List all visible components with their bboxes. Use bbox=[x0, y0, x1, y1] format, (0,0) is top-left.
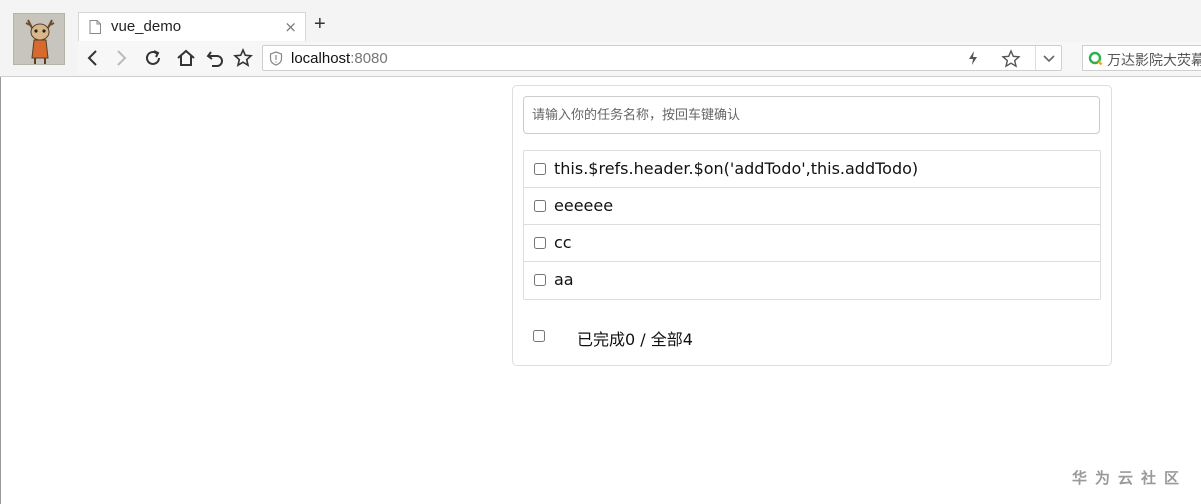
home-icon[interactable] bbox=[175, 47, 197, 69]
url-port: :8080 bbox=[350, 50, 388, 67]
tab-title: vue_demo bbox=[111, 18, 182, 35]
favorite-star-icon[interactable] bbox=[1001, 49, 1021, 69]
todo-item-title: eeeeee bbox=[554, 196, 614, 215]
deer-avatar-icon bbox=[14, 14, 64, 64]
lightning-icon[interactable] bbox=[967, 50, 979, 66]
url-text: localhost:8080 bbox=[291, 50, 388, 67]
select-all-checkbox[interactable] bbox=[533, 330, 545, 342]
todo-container: this.$refs.header.$on('addTodo',this.add… bbox=[512, 85, 1112, 366]
tab-close-icon[interactable]: × bbox=[284, 18, 297, 36]
bookmark-star-icon[interactable] bbox=[232, 47, 254, 69]
watermark: 华为云社区 bbox=[1071, 469, 1187, 487]
url-host: localhost bbox=[291, 50, 351, 67]
tab-vue-demo[interactable]: vue_demo × bbox=[78, 12, 306, 41]
todo-item-title: this.$refs.header.$on('addTodo',this.add… bbox=[554, 159, 919, 178]
back-icon[interactable] bbox=[82, 47, 104, 69]
todo-item: this.$refs.header.$on('addTodo',this.add… bbox=[524, 151, 1100, 188]
document-icon bbox=[89, 20, 101, 34]
completion-summary: 已完成0 / 全部4 bbox=[577, 330, 693, 349]
search-box[interactable]: 万达影院大荧幕 bbox=[1082, 45, 1201, 71]
shield-icon[interactable] bbox=[269, 51, 283, 66]
todo-item-checkbox[interactable] bbox=[534, 237, 546, 249]
address-bar[interactable]: localhost:8080 bbox=[262, 45, 1062, 71]
todo-list: this.$refs.header.$on('addTodo',this.add… bbox=[523, 150, 1101, 300]
chevron-down-icon bbox=[1043, 55, 1055, 63]
todo-item-checkbox[interactable] bbox=[534, 274, 546, 286]
reload-icon[interactable] bbox=[142, 47, 164, 69]
todo-item-checkbox[interactable] bbox=[534, 200, 546, 212]
todo-item-title: aa bbox=[554, 270, 574, 289]
browser-chrome: vue_demo × + localhost:8080 万达影院大荧幕 bbox=[0, 0, 1201, 77]
search-engine-icon bbox=[1088, 51, 1103, 66]
todo-item: eeeeee bbox=[524, 188, 1100, 225]
search-suggestion: 万达影院大荧幕 bbox=[1107, 53, 1201, 69]
new-tab-button[interactable]: + bbox=[314, 13, 326, 36]
navigation-bar: localhost:8080 万达影院大荧幕 bbox=[78, 42, 1201, 74]
todo-item-title: cc bbox=[554, 233, 572, 252]
todo-footer: 已完成0 / 全部4 bbox=[523, 316, 1101, 350]
todo-item-checkbox[interactable] bbox=[534, 163, 546, 175]
user-avatar[interactable] bbox=[13, 13, 65, 65]
todo-item: cc bbox=[524, 225, 1100, 262]
todo-input[interactable] bbox=[523, 96, 1100, 134]
undo-icon[interactable] bbox=[204, 47, 226, 69]
todo-item: aa bbox=[524, 262, 1100, 299]
url-dropdown[interactable] bbox=[1035, 46, 1061, 70]
forward-icon[interactable] bbox=[110, 47, 132, 69]
